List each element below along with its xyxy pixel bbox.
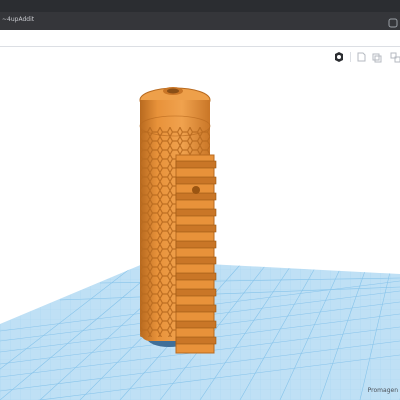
align-button[interactable] bbox=[354, 50, 368, 64]
ungroup-button[interactable] bbox=[388, 50, 400, 64]
ungroup-icon bbox=[390, 52, 400, 63]
brand-label: Promagen bbox=[367, 387, 398, 394]
browser-tab-bar bbox=[0, 12, 400, 30]
picatinny-rail bbox=[175, 154, 217, 354]
mirror-icon bbox=[335, 52, 343, 62]
group-button[interactable] bbox=[370, 50, 384, 64]
toolbar-separator bbox=[350, 52, 351, 62]
3d-object-cylinder[interactable] bbox=[139, 87, 217, 354]
mirror-button[interactable] bbox=[332, 50, 346, 64]
group-icon bbox=[372, 53, 382, 63]
browser-menu-icon[interactable] bbox=[388, 15, 398, 28]
browser-top-bar bbox=[0, 0, 400, 12]
workplane-viewport[interactable]: Promagen bbox=[0, 69, 400, 400]
browser-tab-title[interactable]: ~4upAddit bbox=[2, 16, 34, 23]
align-icon bbox=[357, 52, 366, 62]
workplane-scene[interactable] bbox=[0, 69, 400, 400]
